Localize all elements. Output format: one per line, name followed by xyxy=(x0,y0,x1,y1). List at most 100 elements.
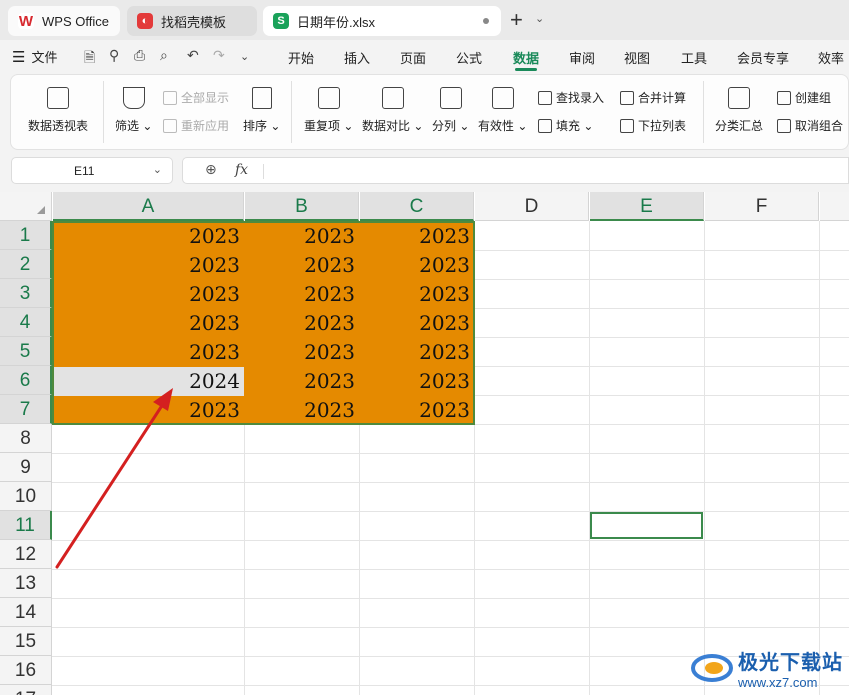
data-compare-label: 数据对比 ⌄ xyxy=(362,119,424,133)
merge-calc-button[interactable]: 合并计算 xyxy=(620,89,686,106)
fill-button[interactable]: 填充 ⌄ xyxy=(538,117,593,134)
data-compare-icon xyxy=(381,87,404,109)
watermark-title: 极光下载站 xyxy=(738,651,843,674)
tab-current-file[interactable]: S 日期年份.xlsx xyxy=(263,6,501,36)
split-column-icon xyxy=(439,87,462,109)
menu-page[interactable]: 页面 xyxy=(400,48,426,67)
pivot-table-button[interactable]: 数据透视表 xyxy=(28,87,88,134)
split-column-label: 分列 ⌄ xyxy=(432,119,470,133)
chevron-down-icon[interactable]: ⌄ xyxy=(240,50,249,63)
menu-insert[interactable]: 插入 xyxy=(344,48,370,67)
tab-wps-office[interactable]: W WPS Office xyxy=(8,6,120,36)
menu-tools[interactable]: 工具 xyxy=(681,48,707,67)
share-icon[interactable]: ⚲ xyxy=(109,47,119,64)
file-menu[interactable]: ☰ 文件 xyxy=(12,47,57,66)
print-icon[interactable]: ⎙ xyxy=(134,47,145,64)
menu-efficiency[interactable]: 效率 xyxy=(818,48,844,67)
arrow-line xyxy=(55,402,165,569)
pivot-table-label: 数据透视表 xyxy=(28,119,89,133)
merge-calc-label: 合并计算 xyxy=(638,91,687,105)
tab-label: WPS Office xyxy=(42,13,109,29)
formula-bar: E11 ⌄ ⊕ fx xyxy=(0,152,849,190)
subtotal-button[interactable]: 分类汇总 xyxy=(715,87,763,134)
docer-icon: ◐ xyxy=(137,13,153,29)
merge-calc-icon xyxy=(620,90,634,105)
create-group-label: 创建组 xyxy=(795,91,832,105)
lookup-entry-button[interactable]: 查找录入 xyxy=(538,89,604,106)
save-icon[interactable]: 🗎 xyxy=(84,47,95,71)
dropdown-list-button[interactable]: 下拉列表 xyxy=(620,117,686,134)
duplicates-label: 重复项 ⌄ xyxy=(304,119,354,133)
fill-icon xyxy=(538,118,552,133)
create-group-button[interactable]: 创建组 xyxy=(777,89,831,106)
chevron-down-icon[interactable]: ⌄ xyxy=(535,12,544,25)
menu-member[interactable]: 会员专享 xyxy=(737,48,789,67)
duplicates-icon xyxy=(317,87,340,109)
show-all-button[interactable]: 全部显示 xyxy=(163,89,229,106)
ribbon-divider xyxy=(103,81,104,143)
spreadsheet-icon: S xyxy=(273,13,289,29)
ribbon-divider xyxy=(703,81,704,143)
fx-icon[interactable]: fx xyxy=(235,162,248,178)
split-column-button[interactable]: 分列 ⌄ xyxy=(432,87,469,134)
menu-formula[interactable]: 公式 xyxy=(456,48,482,67)
wps-logo-icon: W xyxy=(18,12,34,30)
spreadsheet-grid[interactable]: A B C D E F 1 2 3 4 5 6 7 8 9 10 11 12 1… xyxy=(0,192,849,695)
tab-label: 找稻壳模板 xyxy=(161,14,227,30)
duplicates-button[interactable]: 重复项 ⌄ xyxy=(304,87,353,134)
print-preview-icon[interactable]: ⌕ xyxy=(160,47,168,64)
tab-bar: W WPS Office ◐ 找稻壳模板 S 日期年份.xlsx + ⌄ xyxy=(0,0,849,40)
menu-start[interactable]: 开始 xyxy=(288,48,314,67)
data-compare-button[interactable]: 数据对比 ⌄ xyxy=(362,87,423,134)
active-tab-indicator xyxy=(515,68,537,71)
filter-reapply-icon xyxy=(163,118,177,133)
menu-review[interactable]: 审阅 xyxy=(569,48,595,67)
validity-icon xyxy=(491,87,514,109)
show-all-label: 全部显示 xyxy=(181,91,230,105)
reapply-label: 重新应用 xyxy=(181,119,230,133)
create-group-icon xyxy=(777,90,791,105)
filter-icon xyxy=(122,87,145,109)
validity-label: 有效性 ⌄ xyxy=(478,119,528,133)
filter-label: 筛选 ⌄ xyxy=(115,119,153,133)
sort-button[interactable]: 排序 ⌄ xyxy=(243,87,280,134)
formula-divider xyxy=(263,164,264,179)
new-tab-button[interactable]: + xyxy=(510,8,523,32)
watermark: 极光下载站 www.xz7.com xyxy=(690,640,849,695)
ribbon-toolbar: 数据透视表 筛选 ⌄ 全部显示 重新应用 排序 ⌄ 重复项 ⌄ 数据对比 ⌄ 分… xyxy=(10,74,849,150)
pivot-table-icon xyxy=(47,87,69,109)
lookup-entry-label: 查找录入 xyxy=(556,91,605,105)
subtotal-icon xyxy=(728,87,750,109)
ungroup-button[interactable]: 取消组合 xyxy=(777,117,843,134)
undo-icon[interactable]: ↶ xyxy=(187,47,199,64)
unsaved-dot-icon[interactable] xyxy=(483,18,489,24)
sort-label: 排序 ⌄ xyxy=(243,119,281,133)
fill-label: 填充 ⌄ xyxy=(556,119,594,133)
dropdown-list-label: 下拉列表 xyxy=(638,119,687,133)
dropdown-list-icon xyxy=(620,118,634,133)
formula-input[interactable]: ⊕ fx xyxy=(182,157,849,184)
menu-data[interactable]: 数据 xyxy=(513,48,539,67)
validity-button[interactable]: 有效性 ⌄ xyxy=(478,87,527,134)
reapply-button[interactable]: 重新应用 xyxy=(163,117,229,134)
menu-bar: ☰ 文件 🗎 ⚲ ⎙ ⌕ ↶ ↷ ⌄ 开始 插入 页面 公式 数据 审阅 视图 … xyxy=(0,40,849,72)
zoom-icon[interactable]: ⊕ xyxy=(205,161,217,178)
watermark-logo-icon xyxy=(690,650,734,686)
ribbon-divider xyxy=(291,81,292,143)
filter-button[interactable]: 筛选 ⌄ xyxy=(115,87,152,134)
menu-view[interactable]: 视图 xyxy=(624,48,650,67)
lookup-entry-icon xyxy=(538,90,552,105)
watermark-url: www.xz7.com xyxy=(738,674,818,690)
arrow-head xyxy=(153,388,173,411)
sort-icon xyxy=(251,87,272,109)
tab-docer-templates[interactable]: ◐ 找稻壳模板 xyxy=(127,6,257,36)
redo-icon[interactable]: ↷ xyxy=(213,47,225,64)
file-menu-label: 文件 xyxy=(31,50,58,65)
cell-reference: E11 xyxy=(74,164,95,178)
name-box[interactable]: E11 ⌄ xyxy=(11,157,173,184)
ungroup-label: 取消组合 xyxy=(795,119,844,133)
hamburger-icon: ☰ xyxy=(12,48,26,66)
subtotal-label: 分类汇总 xyxy=(715,119,764,133)
ungroup-icon xyxy=(777,118,791,133)
chevron-down-icon[interactable]: ⌄ xyxy=(153,163,162,176)
